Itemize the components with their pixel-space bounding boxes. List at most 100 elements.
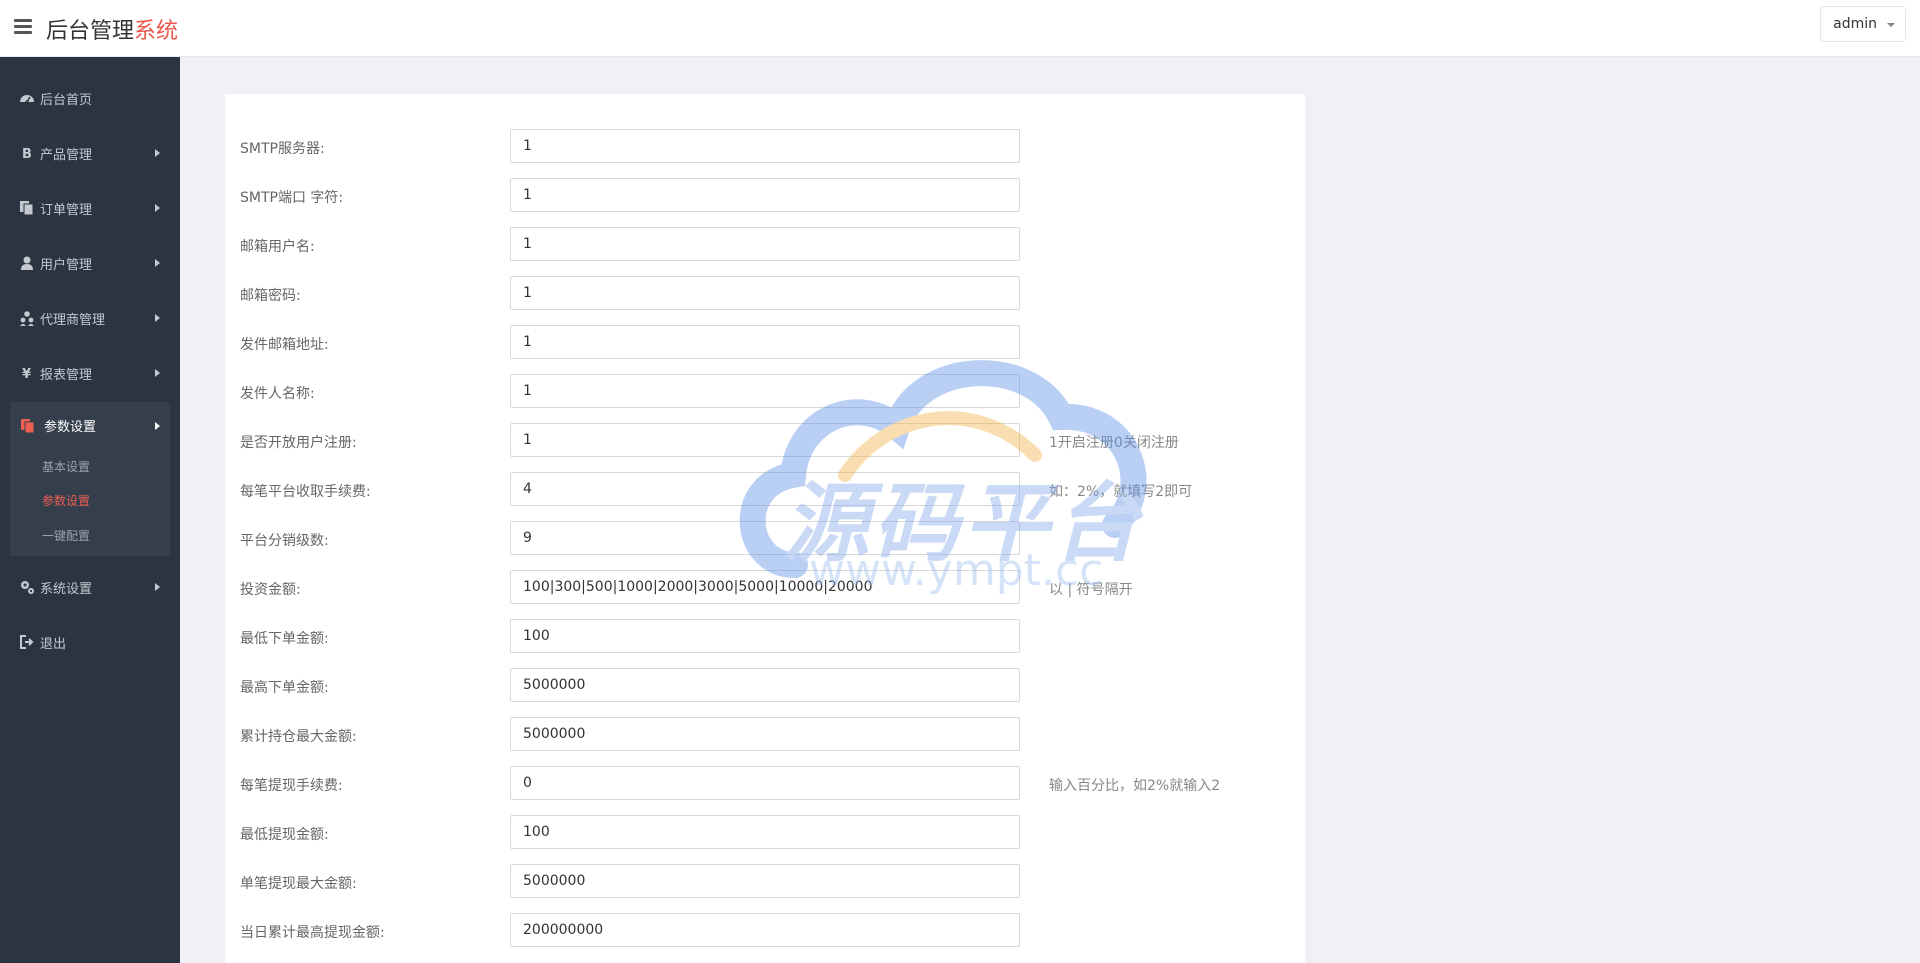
form-row-max-single-withdraw: 单笔提现最大金额: <box>225 864 1305 898</box>
sidebar-item-label: 退出 <box>40 637 67 652</box>
yen-icon: ¥ <box>22 367 31 381</box>
field-label: 邮箱用户名: <box>240 239 315 255</box>
sidebar-item-products[interactable]: B 产品管理 <box>0 133 180 173</box>
field-hint: 以 | 符号隔开 <box>1049 582 1133 598</box>
sidebar-item-label: 用户管理 <box>40 258 93 273</box>
field-label: SMTP端口 字符: <box>240 190 344 206</box>
sidebar-item-users[interactable]: 用户管理 <box>0 243 180 283</box>
top-header: 后台管理系统 admin <box>0 0 1920 57</box>
form-row-min-order: 最低下单金额: <box>225 619 1305 653</box>
field-hint: 1开启注册0关闭注册 <box>1049 435 1179 451</box>
field-label: SMTP服务器: <box>240 141 325 157</box>
smtp-port-input[interactable] <box>510 178 1020 212</box>
sidebar-item-home[interactable]: 后台首页 <box>0 78 180 118</box>
field-label: 是否开放用户注册: <box>240 435 357 451</box>
field-label: 当日累计最高提现金额: <box>240 925 385 941</box>
withdraw-fee-input[interactable] <box>510 766 1020 800</box>
gears-icon <box>21 581 34 594</box>
field-label: 累计持仓最大金额: <box>240 729 357 745</box>
platform-fee-input[interactable] <box>510 472 1020 506</box>
field-label: 平台分销级数: <box>240 533 329 549</box>
submenu-item-basic-settings[interactable]: 基本设置 <box>42 458 90 475</box>
form-row-investment-amounts: 投资金额: 以 | 符号隔开 <box>225 570 1305 604</box>
user-menu-label: admin <box>1833 16 1877 32</box>
form-row-min-withdraw: 最低提现金额: <box>225 815 1305 849</box>
app-title-main: 后台管理 <box>46 19 135 44</box>
form-row-sender-email: 发件邮箱地址: <box>225 325 1305 359</box>
max-position-input[interactable] <box>510 717 1020 751</box>
submenu-item-one-click-config[interactable]: 一键配置 <box>42 527 90 544</box>
min-withdraw-input[interactable] <box>510 815 1020 849</box>
form-row-withdraw-fee: 每笔提现手续费: 输入百分比，如2%就输入2 <box>225 766 1305 800</box>
sidebar-item-orders[interactable]: 订单管理 <box>0 188 180 228</box>
form-row-max-order: 最高下单金额: <box>225 668 1305 702</box>
field-hint: 输入百分比，如2%就输入2 <box>1049 778 1221 794</box>
chevron-right-icon <box>155 314 160 322</box>
sidebar-item-label: 参数设置 <box>44 420 97 435</box>
chevron-right-icon <box>155 369 160 377</box>
form-row-daily-max-withdraw: 当日累计最高提现金额: <box>225 913 1305 947</box>
field-label: 邮箱密码: <box>240 288 301 304</box>
form-row-max-position: 累计持仓最大金额: <box>225 717 1305 751</box>
sidebar-submenu-params: 参数设置 基本设置 参数设置 一键配置 <box>10 402 170 556</box>
app-title-accent: 系统 <box>134 19 179 44</box>
form-row-smtp-port: SMTP端口 字符: <box>225 178 1305 212</box>
sender-name-input[interactable] <box>510 374 1020 408</box>
chevron-right-icon <box>155 583 160 591</box>
sidebar-item-reports[interactable]: ¥ 报表管理 <box>0 353 180 393</box>
field-label: 最低下单金额: <box>240 631 329 647</box>
bitcoin-icon: B <box>22 147 32 161</box>
sidebar-item-params[interactable]: 参数设置 <box>10 402 170 448</box>
sidebar-item-logout[interactable]: 退出 <box>0 622 180 662</box>
form-row-smtp-server: SMTP服务器: <box>225 129 1305 163</box>
max-single-withdraw-input[interactable] <box>510 864 1020 898</box>
sign-out-icon <box>20 635 34 649</box>
settings-form-panel: SMTP服务器: SMTP端口 字符: 邮箱用户名: 邮箱密码: 发件邮箱地址:… <box>225 94 1305 963</box>
daily-max-withdraw-input[interactable] <box>510 913 1020 947</box>
smtp-server-input[interactable] <box>510 129 1020 163</box>
sidebar-item-label: 报表管理 <box>40 368 93 383</box>
max-order-input[interactable] <box>510 668 1020 702</box>
distribution-levels-input[interactable] <box>510 521 1020 555</box>
sidebar-item-agents[interactable]: 代理商管理 <box>0 298 180 338</box>
min-order-input[interactable] <box>510 619 1020 653</box>
sidebar-item-label: 后台首页 <box>40 93 93 108</box>
users-icon <box>20 311 34 326</box>
email-username-input[interactable] <box>510 227 1020 261</box>
chevron-right-icon <box>155 149 160 157</box>
sender-email-input[interactable] <box>510 325 1020 359</box>
submenu-item-param-settings[interactable]: 参数设置 <box>42 492 90 509</box>
chevron-right-icon <box>155 259 160 267</box>
sidebar-item-label: 代理商管理 <box>40 313 106 328</box>
caret-down-icon <box>1887 23 1895 27</box>
sidebar-item-label: 产品管理 <box>40 148 93 163</box>
investment-amounts-input[interactable] <box>510 570 1020 604</box>
field-label: 每笔提现手续费: <box>240 778 343 794</box>
email-password-input[interactable] <box>510 276 1020 310</box>
form-row-distribution-levels: 平台分销级数: <box>225 521 1305 555</box>
field-hint: 如：2%，就填写2即可 <box>1049 484 1193 500</box>
field-label: 每笔平台收取手续费: <box>240 484 371 500</box>
field-label: 发件邮箱地址: <box>240 337 329 353</box>
field-label: 最低提现金额: <box>240 827 329 843</box>
user-menu-button[interactable]: admin <box>1820 6 1906 42</box>
form-row-platform-fee: 每笔平台收取手续费: 如：2%，就填写2即可 <box>225 472 1305 506</box>
dashboard-icon <box>20 95 34 104</box>
sidebar-item-label: 系统设置 <box>40 582 93 597</box>
field-label: 发件人名称: <box>240 386 315 402</box>
copy-icon <box>21 419 35 434</box>
open-registration-input[interactable] <box>510 423 1020 457</box>
app-title: 后台管理系统 <box>46 13 178 45</box>
field-label: 单笔提现最大金额: <box>240 876 357 892</box>
hamburger-menu-icon[interactable] <box>14 19 32 35</box>
form-row-sender-name: 发件人名称: <box>225 374 1305 408</box>
sidebar: 后台首页 B 产品管理 订单管理 用户管理 代理商管理 ¥ 报表管理 参数设置 … <box>0 57 180 963</box>
copy-icon <box>20 201 34 216</box>
form-row-email-username: 邮箱用户名: <box>225 227 1305 261</box>
sidebar-item-system-settings[interactable]: 系统设置 <box>0 567 180 607</box>
field-label: 投资金额: <box>240 582 301 598</box>
user-icon <box>21 256 33 270</box>
chevron-right-icon <box>155 204 160 212</box>
form-row-email-password: 邮箱密码: <box>225 276 1305 310</box>
sidebar-item-label: 订单管理 <box>40 203 93 218</box>
